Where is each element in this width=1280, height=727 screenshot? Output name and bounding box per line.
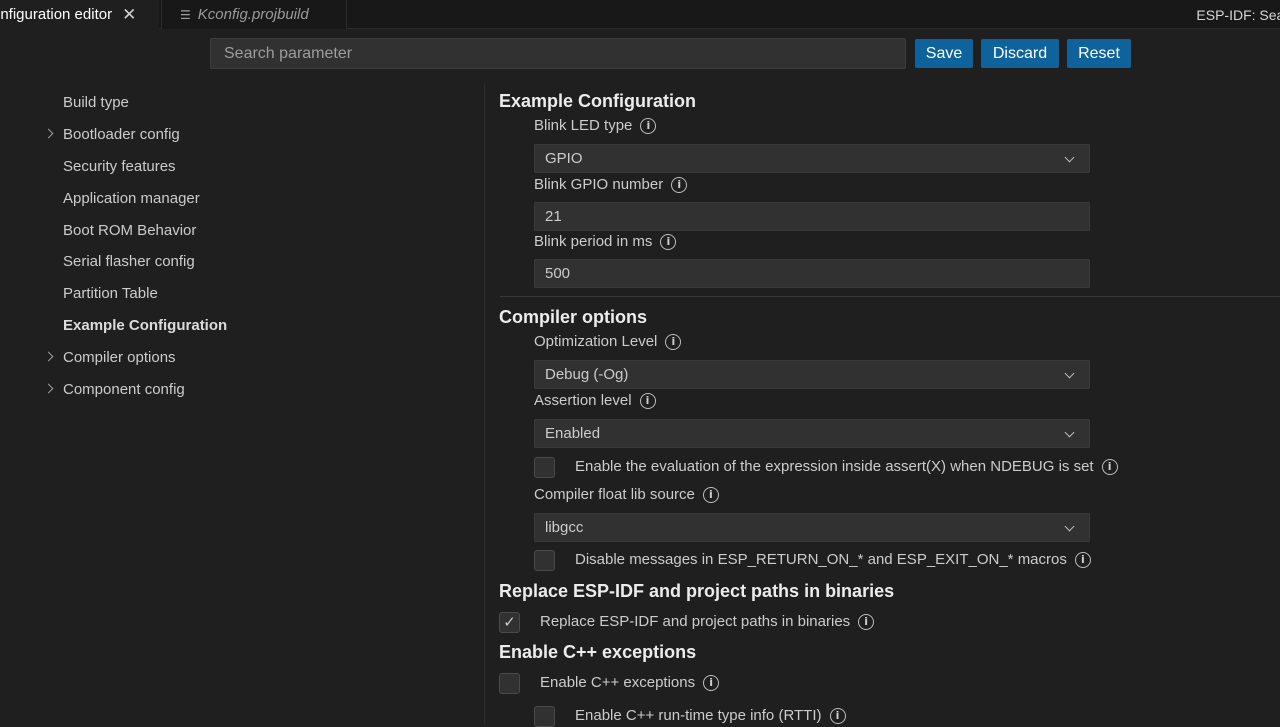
sidebar-divider: [484, 84, 485, 724]
sidebar-item-bootloader-config[interactable]: Bootloader config: [43, 125, 180, 145]
blink-period-label: Blink period in ms i: [534, 233, 677, 250]
esp-idf-search-tab[interactable]: ESP-IDF: Searc: [1196, 0, 1280, 29]
sidebar-item-label: Security features: [63, 158, 176, 175]
blink-period-input[interactable]: 500: [534, 259, 1090, 288]
disable-messages-checkbox[interactable]: [534, 550, 555, 571]
info-icon[interactable]: i: [671, 176, 688, 193]
blink-gpio-number-input[interactable]: 21: [534, 202, 1090, 231]
label-text: Disable messages in ESP_RETURN_ON_* and …: [575, 551, 1067, 568]
close-icon[interactable]: ✕: [122, 6, 136, 23]
label-text: Blink LED type: [534, 117, 633, 134]
cpp-rtti-checkbox[interactable]: [534, 706, 555, 727]
optimization-level-label: Optimization Level i: [534, 333, 682, 350]
info-icon[interactable]: i: [1101, 458, 1118, 475]
save-button[interactable]: Save: [915, 39, 973, 68]
section-title-replace-paths: Replace ESP-IDF and project paths in bin…: [499, 581, 895, 601]
sidebar-item-partition-table[interactable]: Partition Table: [63, 284, 158, 304]
reset-button[interactable]: Reset: [1067, 39, 1131, 68]
disable-messages-label: Disable messages in ESP_RETURN_ON_* and …: [575, 551, 1091, 568]
sidebar-item-label: Component config: [63, 381, 185, 398]
sidebar-item-serial-flasher-config[interactable]: Serial flasher config: [63, 252, 195, 272]
tab-label: ESP-IDF: Searc: [1196, 6, 1280, 23]
select-value: GPIO: [545, 150, 583, 167]
tab-kconfig-projbuild[interactable]: ☰ Kconfig.projbuild: [161, 0, 347, 29]
label-text: Blink GPIO number: [534, 176, 664, 193]
input-value: 21: [545, 208, 562, 225]
sidebar-item-compiler-options[interactable]: Compiler options: [43, 348, 176, 368]
tab-label: Kconfig.projbuild: [197, 6, 309, 23]
chevron-right-icon[interactable]: [43, 351, 54, 362]
info-icon[interactable]: i: [829, 707, 846, 724]
discard-button[interactable]: Discard: [981, 39, 1059, 68]
info-icon[interactable]: i: [703, 674, 720, 691]
blink-led-type-select[interactable]: GPIO: [534, 144, 1090, 173]
assert-eval-checkbox[interactable]: [534, 457, 555, 478]
select-value: Debug (-Og): [545, 366, 629, 383]
float-lib-source-select[interactable]: libgcc: [534, 513, 1090, 542]
file-lines-icon: ☰: [180, 7, 191, 22]
chevron-right-icon[interactable]: [43, 128, 54, 139]
sidebar-item-label: Serial flasher config: [63, 253, 195, 270]
tab-label: onfiguration editor: [0, 6, 113, 23]
label-text: Enable the evaluation of the expression …: [575, 458, 1094, 475]
sidebar-item-label: Bootloader config: [63, 126, 180, 143]
chevron-right-icon[interactable]: [43, 383, 54, 394]
info-icon[interactable]: i: [639, 392, 656, 409]
checkmark-icon: ✓: [503, 614, 516, 631]
sidebar-item-build-type[interactable]: Build type: [63, 93, 129, 113]
section-title-cpp-exceptions: Enable C++ exceptions: [499, 642, 697, 662]
cpp-rtti-label: Enable C++ run-time type info (RTTI) i: [575, 707, 846, 724]
sidebar-item-security-features[interactable]: Security features: [63, 157, 176, 177]
replace-paths-label: Replace ESP-IDF and project paths in bin…: [540, 613, 875, 630]
editor-tab-bar: onfiguration editor ✕ ☰ Kconfig.projbuil…: [0, 0, 1280, 29]
label-text: Compiler float lib source: [534, 486, 695, 503]
section-title-compiler-options: Compiler options: [499, 307, 647, 327]
sidebar-item-component-config[interactable]: Component config: [43, 380, 185, 400]
info-icon[interactable]: i: [702, 486, 719, 503]
blink-led-type-label: Blink LED type i: [534, 117, 657, 134]
info-icon[interactable]: i: [858, 613, 875, 630]
info-icon[interactable]: i: [660, 233, 677, 250]
input-value: 500: [545, 265, 571, 282]
assertion-level-select[interactable]: Enabled: [534, 419, 1090, 448]
sidebar-item-example-configuration[interactable]: Example Configuration: [63, 316, 227, 336]
sidebar-item-application-manager[interactable]: Application manager: [63, 189, 200, 209]
sidebar-item-label: Build type: [63, 94, 129, 111]
select-value: libgcc: [545, 519, 584, 536]
label-text: Assertion level: [534, 392, 632, 409]
chevron-down-icon: [1064, 152, 1075, 163]
replace-paths-checkbox[interactable]: ✓: [499, 612, 520, 633]
search-input[interactable]: [210, 38, 906, 69]
blink-gpio-number-label: Blink GPIO number i: [534, 176, 688, 193]
assert-eval-label: Enable the evaluation of the expression …: [575, 458, 1118, 475]
cpp-exceptions-checkbox[interactable]: [499, 673, 520, 694]
sidebar-item-boot-rom-behavior[interactable]: Boot ROM Behavior: [63, 221, 196, 241]
section-divider: [500, 296, 1280, 297]
select-value: Enabled: [545, 425, 601, 442]
sidebar-item-label: Example Configuration: [63, 317, 228, 334]
optimization-level-select[interactable]: Debug (-Og): [534, 360, 1090, 389]
label-text: Enable C++ run-time type info (RTTI): [575, 707, 822, 724]
sidebar-item-label: Application manager: [63, 190, 200, 207]
sidebar-item-label: Boot ROM Behavior: [63, 222, 197, 239]
tab-configuration-editor[interactable]: onfiguration editor ✕: [0, 0, 159, 29]
info-icon[interactable]: i: [1074, 551, 1091, 568]
sidebar-item-label: Partition Table: [63, 285, 158, 302]
float-lib-source-label: Compiler float lib source i: [534, 486, 719, 503]
assertion-level-label: Assertion level i: [534, 392, 656, 409]
info-icon[interactable]: i: [665, 333, 682, 350]
section-title-example-configuration: Example Configuration: [499, 91, 697, 111]
chevron-down-icon: [1064, 521, 1075, 532]
sidebar-item-label: Compiler options: [63, 349, 176, 366]
chevron-down-icon: [1064, 427, 1075, 438]
label-text: Optimization Level: [534, 333, 658, 350]
cpp-exceptions-label: Enable C++ exceptions i: [540, 674, 720, 691]
label-text: Enable C++ exceptions: [540, 674, 696, 691]
label-text: Blink period in ms: [534, 233, 653, 250]
chevron-down-icon: [1064, 368, 1075, 379]
info-icon[interactable]: i: [640, 117, 657, 134]
label-text: Replace ESP-IDF and project paths in bin…: [540, 613, 851, 630]
